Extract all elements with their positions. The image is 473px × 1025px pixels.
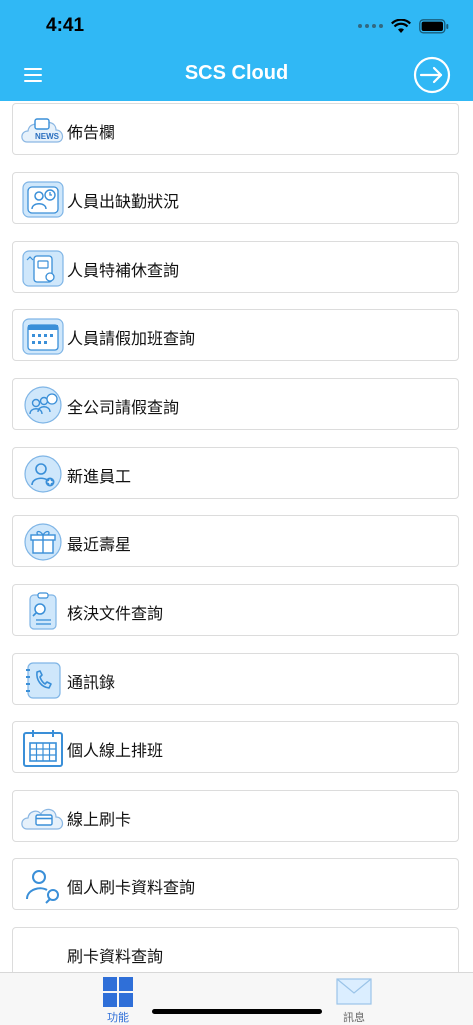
home-indicator bbox=[152, 1009, 322, 1014]
attendance-icon bbox=[22, 181, 64, 218]
wifi-icon bbox=[391, 18, 411, 33]
menu-item-label: 個人線上排班 bbox=[67, 741, 164, 760]
birthday-gift-icon bbox=[24, 523, 62, 561]
menu-item-personal-card-query[interactable]: 個人刷卡資料查詢 bbox=[12, 858, 459, 910]
logout-icon[interactable] bbox=[413, 56, 451, 94]
menu-item-label: 新進員工 bbox=[67, 467, 132, 486]
schedule-calendar-icon bbox=[23, 730, 63, 767]
menu-item-label: 個人刷卡資料查詢 bbox=[67, 878, 196, 897]
menu-item-label: 人員特補休查詢 bbox=[67, 261, 180, 280]
grid-icon bbox=[103, 977, 133, 1007]
menu-item-label: 最近壽星 bbox=[67, 535, 132, 554]
status-time: 4:41 bbox=[46, 15, 85, 36]
menu-item-company-leave[interactable]: 全公司請假查詢 bbox=[12, 378, 459, 430]
menu-item-label: 核決文件查詢 bbox=[67, 604, 164, 623]
personal-card-search-icon bbox=[26, 870, 59, 904]
news-badge-text: NEWS bbox=[35, 132, 60, 141]
new-employee-icon bbox=[24, 455, 62, 493]
tab-messages[interactable]: 訊息 bbox=[314, 973, 394, 1025]
tab-label: 功能 bbox=[107, 1011, 129, 1024]
menu-item-label: 通訊錄 bbox=[67, 673, 116, 692]
leave-overtime-calendar-icon bbox=[22, 318, 64, 355]
menu-item-special-leave[interactable]: 人員特補休查詢 bbox=[12, 241, 459, 293]
menu-item-label: 人員出缺勤狀況 bbox=[67, 192, 180, 211]
menu-item-contacts[interactable]: 通訊錄 bbox=[12, 653, 459, 705]
menu-item-attendance-status[interactable]: 人員出缺勤狀況 bbox=[12, 172, 459, 224]
menu-item-label: 佈告欄 bbox=[67, 123, 116, 142]
news-cloud-icon: NEWS bbox=[21, 118, 64, 143]
page-title: SCS Cloud bbox=[184, 62, 289, 84]
status-icons bbox=[358, 17, 449, 35]
menu-item-online-schedule[interactable]: 個人線上排班 bbox=[12, 721, 459, 773]
special-leave-icon bbox=[22, 250, 64, 287]
menu-item-label: 人員請假加班查詢 bbox=[67, 329, 196, 348]
menu-item-birthdays[interactable]: 最近壽星 bbox=[12, 515, 459, 567]
menu-item-leave-overtime[interactable]: 人員請假加班查詢 bbox=[12, 309, 459, 361]
document-search-icon bbox=[29, 592, 57, 630]
battery-icon bbox=[419, 18, 449, 33]
menu-item-label: 線上刷卡 bbox=[67, 810, 132, 829]
signal-icon bbox=[358, 24, 383, 28]
nav-bar: SCS Cloud bbox=[0, 50, 473, 101]
tab-label: 訊息 bbox=[343, 1011, 365, 1024]
menu-item-label: 刷卡資料查詢 bbox=[67, 947, 164, 966]
tab-functions[interactable]: 功能 bbox=[78, 973, 158, 1025]
menu-item-new-employee[interactable]: 新進員工 bbox=[12, 447, 459, 499]
mail-icon bbox=[336, 978, 372, 1005]
phone-book-icon bbox=[26, 662, 61, 699]
menu-item-document-query[interactable]: 核決文件查詢 bbox=[12, 584, 459, 636]
company-leave-icon bbox=[24, 386, 62, 424]
tab-bar: 功能 訊息 bbox=[0, 972, 473, 1025]
card-swipe-cloud-icon bbox=[21, 808, 64, 830]
menu-item-label: 全公司請假查詢 bbox=[67, 398, 180, 417]
menu-item-online-card-swipe[interactable]: 線上刷卡 bbox=[12, 790, 459, 842]
menu-item-bulletin[interactable]: NEWS 佈告欄 bbox=[12, 103, 459, 155]
status-bar: 4:41 bbox=[0, 0, 473, 50]
